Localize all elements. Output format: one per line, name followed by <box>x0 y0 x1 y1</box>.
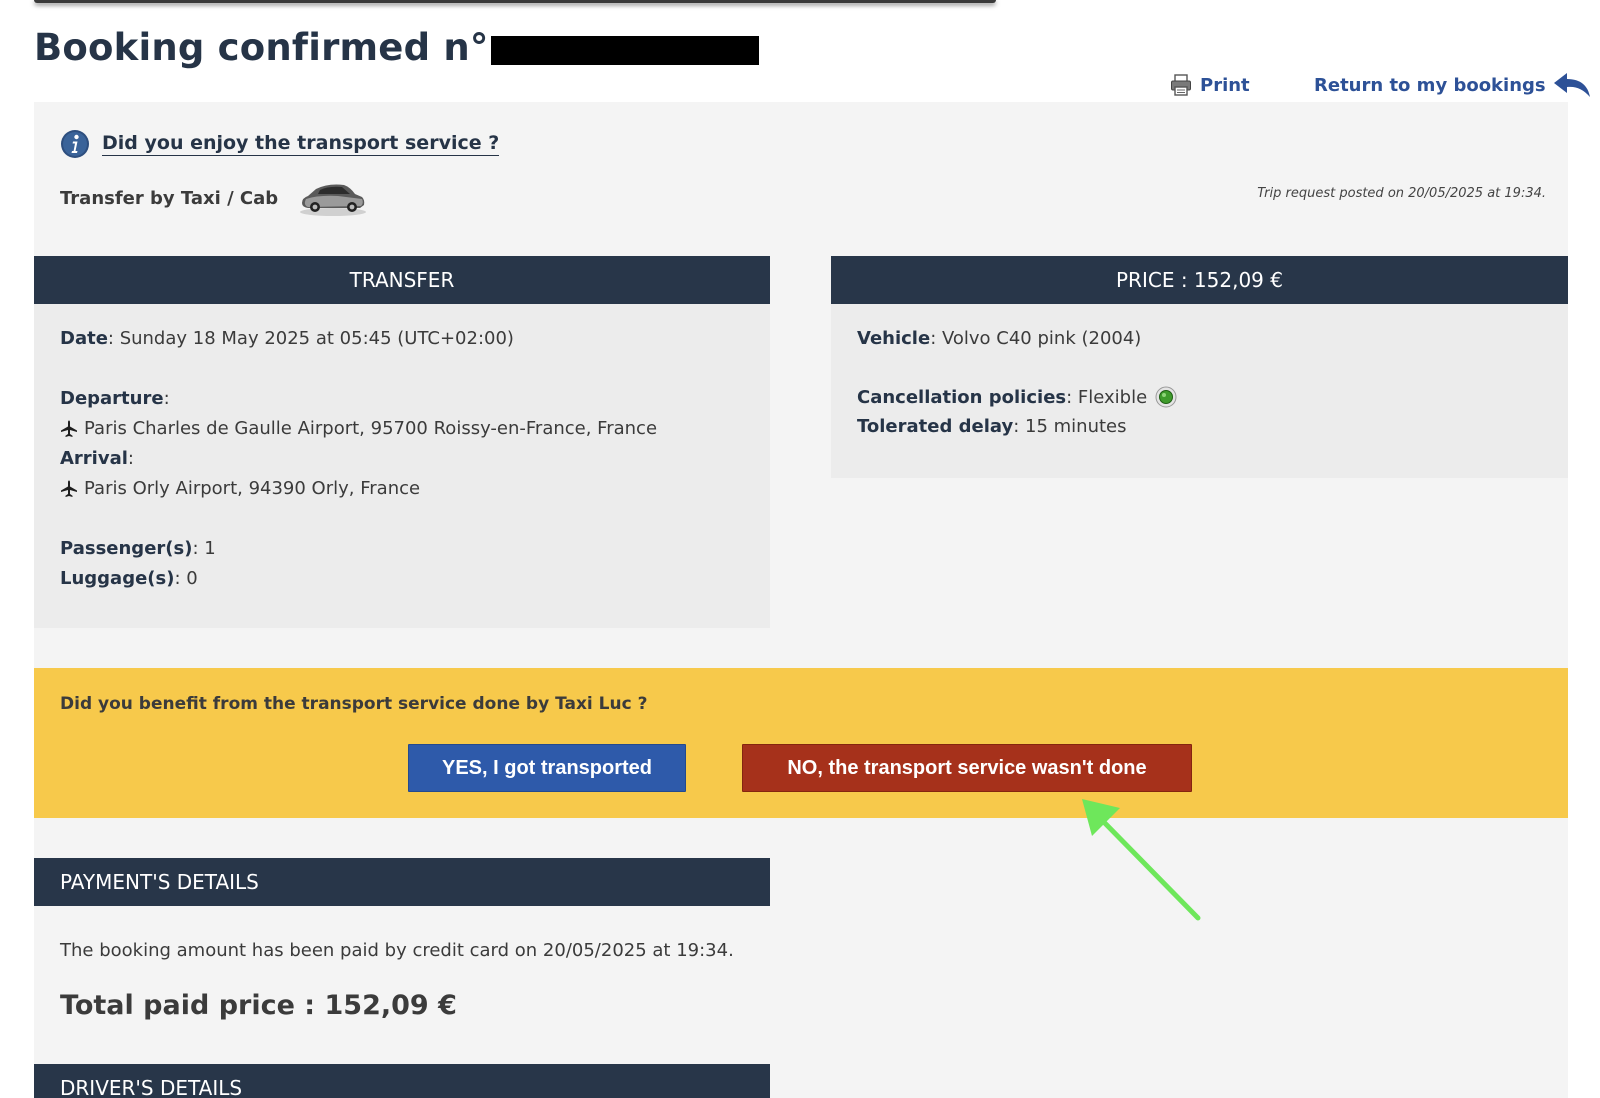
luggage-label: Luggage(s) <box>60 568 175 589</box>
passengers-label: Passenger(s) <box>60 538 193 559</box>
print-label: Print <box>1200 74 1250 96</box>
enjoy-service-link[interactable]: Did you enjoy the transport service ? <box>102 132 500 156</box>
return-label: Return to my bookings <box>1314 74 1546 96</box>
transfer-heading: TRANSFER <box>34 256 770 304</box>
payment-text: The booking amount has been paid by cred… <box>60 940 734 961</box>
plane-icon <box>61 480 77 497</box>
driver-panel: DRIVER'S DETAILS <box>34 1064 770 1098</box>
delay-value: : 15 minutes <box>1013 416 1127 437</box>
payment-panel: PAYMENT'S DETAILS The booking amount has… <box>34 858 770 1058</box>
top-shadow-bar <box>34 0 996 3</box>
price-heading: PRICE : 152,09 € <box>831 256 1568 304</box>
yes-transported-button[interactable]: YES, I got transported <box>408 744 686 792</box>
arrival-value: Paris Orly Airport, 94390 Orly, France <box>84 478 421 499</box>
booking-number-redaction <box>490 35 759 65</box>
vehicle-value: : Volvo C40 pink (2004) <box>930 328 1142 349</box>
date-value: : Sunday 18 May 2025 at 05:45 (UTC+02:00… <box>107 328 514 349</box>
payment-heading: PAYMENT'S DETAILS <box>34 858 770 906</box>
passengers-value: : 1 <box>192 538 216 559</box>
cancellation-value: : Flexible <box>1066 386 1148 408</box>
transfer-panel: TRANSFER Date : Sunday 18 May 2025 at 05… <box>34 256 770 628</box>
vehicle-row: Vehicle : Volvo C40 pink (2004) <box>857 328 1141 349</box>
passengers-row: Passenger(s) : 1 <box>60 538 216 559</box>
return-to-bookings-link[interactable]: Return to my bookings <box>1314 70 1592 100</box>
green-arrow-icon <box>1082 799 1201 921</box>
enjoy-feedback-row: Did you enjoy the transport service ? <box>60 128 500 160</box>
confirmation-question: Did you benefit from the transport servi… <box>60 694 648 714</box>
page-title: Booking confirmed n° <box>34 22 759 72</box>
cancellation-row: Cancellation policies : Flexible <box>857 386 1177 408</box>
departure-label: Departure <box>60 388 164 409</box>
price-panel: PRICE : 152,09 € Vehicle : Volvo C40 pin… <box>831 256 1568 478</box>
transfer-date: Date : Sunday 18 May 2025 at 05:45 (UTC+… <box>60 328 514 349</box>
date-label: Date <box>60 328 108 349</box>
printer-icon <box>1171 74 1191 96</box>
departure-address: Paris Charles de Gaulle Airport, 95700 R… <box>60 418 657 439</box>
departure-row: Departure : <box>60 388 170 409</box>
plane-icon <box>61 420 77 437</box>
arrival-row: Arrival : <box>60 448 134 469</box>
service-type-label: Transfer by Taxi / Cab <box>60 187 279 209</box>
car-icon <box>300 184 367 216</box>
arrival-colon: : <box>127 448 134 469</box>
luggage-value: : 0 <box>174 568 198 589</box>
cancellation-label: Cancellation policies <box>857 386 1067 408</box>
luggage-row: Luggage(s) : 0 <box>60 568 198 589</box>
service-type-row: Transfer by Taxi / Cab <box>60 178 368 218</box>
delay-row: Tolerated delay : 15 minutes <box>857 416 1127 437</box>
trip-posted-date: Trip request posted on 20/05/2025 at 19:… <box>1257 186 1546 201</box>
service-confirmation-banner: Did you benefit from the transport servi… <box>34 668 1568 818</box>
back-arrow-icon <box>1553 73 1590 97</box>
departure-colon: : <box>163 388 170 409</box>
no-service-not-done-button[interactable]: NO, the transport service wasn't done <box>742 744 1192 792</box>
page-title-text: Booking confirmed n° <box>34 25 489 69</box>
departure-value: Paris Charles de Gaulle Airport, 95700 R… <box>84 418 658 439</box>
print-link[interactable]: Print <box>1170 70 1250 100</box>
arrival-address: Paris Orly Airport, 94390 Orly, France <box>60 478 420 499</box>
arrival-label: Arrival <box>60 448 128 469</box>
driver-heading: DRIVER'S DETAILS <box>34 1064 770 1098</box>
green-dot-icon <box>1155 386 1177 408</box>
info-icon <box>61 130 89 158</box>
delay-label: Tolerated delay <box>857 416 1014 437</box>
total-paid-price: Total paid price : 152,09 € <box>60 990 457 1021</box>
vehicle-label: Vehicle <box>857 328 931 349</box>
